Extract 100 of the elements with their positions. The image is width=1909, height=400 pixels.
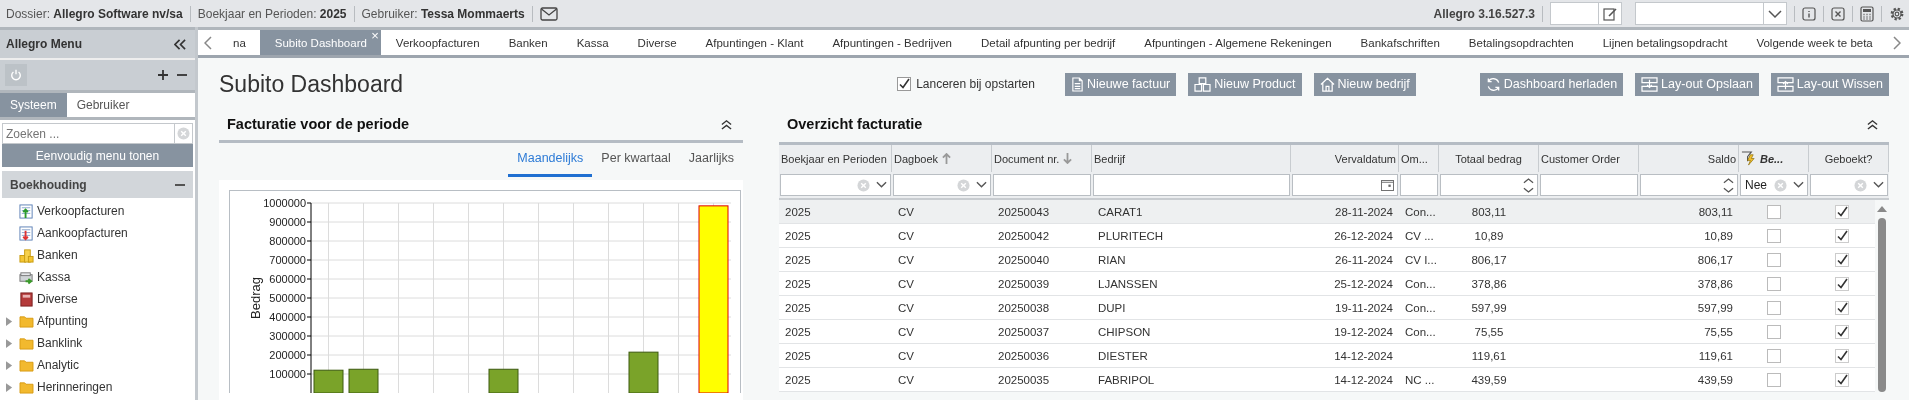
checkbox[interactable] xyxy=(1767,348,1781,363)
menu-item[interactable]: Banken xyxy=(0,244,195,266)
tab[interactable]: Verkoopfacturen xyxy=(380,30,494,55)
scroll-right-icon[interactable] xyxy=(1892,35,1901,50)
period-tab[interactable]: Jaarlijks xyxy=(679,143,743,177)
checkbox[interactable] xyxy=(1767,276,1781,291)
menu-item[interactable]: Afpunting xyxy=(0,310,195,332)
tab[interactable]: Bankafschriften xyxy=(1345,30,1454,55)
info-icon[interactable] xyxy=(1802,6,1816,21)
menu-item[interactable]: Verkoopfacturen xyxy=(0,200,195,222)
filter-field[interactable] xyxy=(1440,174,1538,196)
table-row[interactable]: 2025 CV 20250043 CARAT1 28-11-2024 Con... 803,11 803,11 xyxy=(779,200,1875,224)
close-icon[interactable] xyxy=(1831,6,1845,21)
filter-field[interactable] xyxy=(1810,174,1888,196)
plus-icon[interactable] xyxy=(158,70,168,80)
scroll-up-icon[interactable] xyxy=(1877,206,1887,212)
checkbox[interactable] xyxy=(1767,228,1781,243)
power-icon xyxy=(10,69,22,81)
menu-item[interactable]: Kassa xyxy=(0,266,195,288)
checkbox[interactable] xyxy=(1767,252,1781,267)
menu-item[interactable]: Aankoopfacturen xyxy=(0,222,195,244)
expand-arrow-icon[interactable] xyxy=(5,360,13,370)
table-cell: 2025 xyxy=(785,301,811,314)
table-cell: 14-12-2024 xyxy=(1334,349,1393,362)
power-button[interactable] xyxy=(5,64,27,86)
launch-checkbox[interactable]: Lanceren bij opstarten xyxy=(897,77,1035,91)
search-field[interactable]: Zoeken ... xyxy=(2,123,193,144)
collapse-up-icon[interactable] xyxy=(721,118,732,130)
tab[interactable]: Afpuntingen - Algemene Rekeningen xyxy=(1129,30,1346,55)
filter-field[interactable] xyxy=(780,174,891,196)
table-cell: 20250039 xyxy=(998,277,1050,290)
checkbox[interactable] xyxy=(1835,372,1849,387)
checkbox[interactable] xyxy=(1767,372,1781,387)
filter-field[interactable] xyxy=(1540,174,1638,196)
checkbox[interactable] xyxy=(1767,204,1781,219)
period-tab[interactable]: Maandelijks xyxy=(508,143,593,177)
expand-arrow-icon[interactable] xyxy=(5,382,13,392)
checkbox[interactable] xyxy=(1835,252,1849,267)
tab[interactable]: Volgende week te beta xyxy=(1741,30,1887,55)
tab[interactable]: Afpuntingen - Bedrijven xyxy=(817,30,966,55)
checkbox[interactable] xyxy=(1835,228,1849,243)
chevron-down-icon[interactable] xyxy=(976,181,987,189)
tab[interactable]: Afpuntingen - Klant xyxy=(690,30,818,55)
menu-item[interactable]: Analytic xyxy=(0,354,195,376)
edit-icon[interactable] xyxy=(1603,6,1617,21)
checkbox[interactable] xyxy=(1835,276,1849,291)
scroll-left-icon[interactable] xyxy=(204,35,212,50)
table-row[interactable]: 2025 CV 20250042 PLURITECH 26-12-2024 CV ... 10,89 10,89 xyxy=(779,224,1875,248)
expand-arrow-icon[interactable] xyxy=(5,316,13,326)
collapse-left-icon[interactable] xyxy=(174,38,187,50)
settings-icon[interactable] xyxy=(1889,5,1905,22)
checkbox[interactable] xyxy=(897,77,912,91)
cash-register-icon xyxy=(19,269,34,285)
tab[interactable]: Lijnen betalingsopdracht xyxy=(1587,30,1742,55)
filter-field[interactable]: Nee xyxy=(1740,174,1808,196)
sidebar-tab[interactable]: Gebruiker xyxy=(66,93,140,117)
spinner-icon[interactable] xyxy=(1723,176,1734,194)
filter-field[interactable] xyxy=(1292,174,1398,196)
tab[interactable]: na xyxy=(218,30,260,55)
menu-item[interactable]: Diverse xyxy=(0,288,195,310)
table-row[interactable]: 2025 CV 20250037 CHIPSON 19-12-2024 Con... 75,55 75,55 xyxy=(779,320,1875,344)
chevron-down-icon[interactable] xyxy=(1793,181,1804,189)
table-row[interactable]: 2025 CV 20250036 DIESTER 14-12-2024 119,61 119,61 xyxy=(779,344,1875,368)
filter-field[interactable] xyxy=(893,174,991,196)
filter-field[interactable] xyxy=(993,174,1091,196)
checkbox[interactable] xyxy=(1835,324,1849,339)
checkbox[interactable] xyxy=(1835,348,1849,363)
checkbox[interactable] xyxy=(1767,324,1781,339)
mail-icon[interactable] xyxy=(539,6,558,21)
dropdown-field[interactable] xyxy=(1635,2,1787,25)
table-cell: 26-12-2024 xyxy=(1334,229,1393,242)
chevron-down-icon[interactable] xyxy=(876,181,887,189)
menu-item[interactable]: Banklink xyxy=(0,332,195,354)
dossier-field[interactable] xyxy=(1550,2,1622,25)
filter-field[interactable] xyxy=(1093,174,1290,196)
table-row[interactable]: 2025 CV 20250038 DUPI 19-11-2024 Con... 597,99 597,99 xyxy=(779,296,1875,320)
expand-arrow-icon[interactable] xyxy=(5,338,13,348)
checkbox[interactable] xyxy=(1835,300,1849,315)
calculator-icon[interactable] xyxy=(1860,5,1874,22)
collapse-up-icon[interactable] xyxy=(1867,118,1878,130)
table-row[interactable]: 2025 CV 20250040 RIAN 26-11-2024 CV I... 806,17 806,17 xyxy=(779,248,1875,272)
filter-field[interactable] xyxy=(1400,174,1438,196)
checkbox[interactable] xyxy=(1835,204,1849,219)
tab[interactable]: Kassa xyxy=(561,30,623,55)
tab[interactable]: Diverse xyxy=(622,30,691,55)
tab[interactable]: Banken xyxy=(493,30,562,55)
tab[interactable]: Detail afpunting per bedrijf xyxy=(966,30,1130,55)
table-row[interactable]: 2025 CV 20250035 FABRIPOL 14-12-2024 NC ... 439,59 439,59 xyxy=(779,368,1875,392)
period-tab[interactable]: Per kwartaal xyxy=(592,143,680,177)
table-row[interactable]: 2025 CV 20250039 LJANSSEN 25-12-2024 Con... 378,86 378,86 xyxy=(779,272,1875,296)
menu-item[interactable]: Herinneringen xyxy=(0,376,195,398)
table-cell: 439,59 xyxy=(1471,373,1507,386)
section-header[interactable]: Boekhouding xyxy=(2,171,193,198)
layout-up-icon xyxy=(1776,76,1794,92)
filter-field[interactable] xyxy=(1640,174,1738,196)
spinner-icon[interactable] xyxy=(1523,176,1534,194)
chevron-down-icon[interactable] xyxy=(1873,181,1884,189)
checkbox[interactable] xyxy=(1767,300,1781,315)
tab[interactable]: Betalingsopdrachten xyxy=(1453,30,1588,55)
calendar-icon[interactable] xyxy=(1381,179,1394,191)
